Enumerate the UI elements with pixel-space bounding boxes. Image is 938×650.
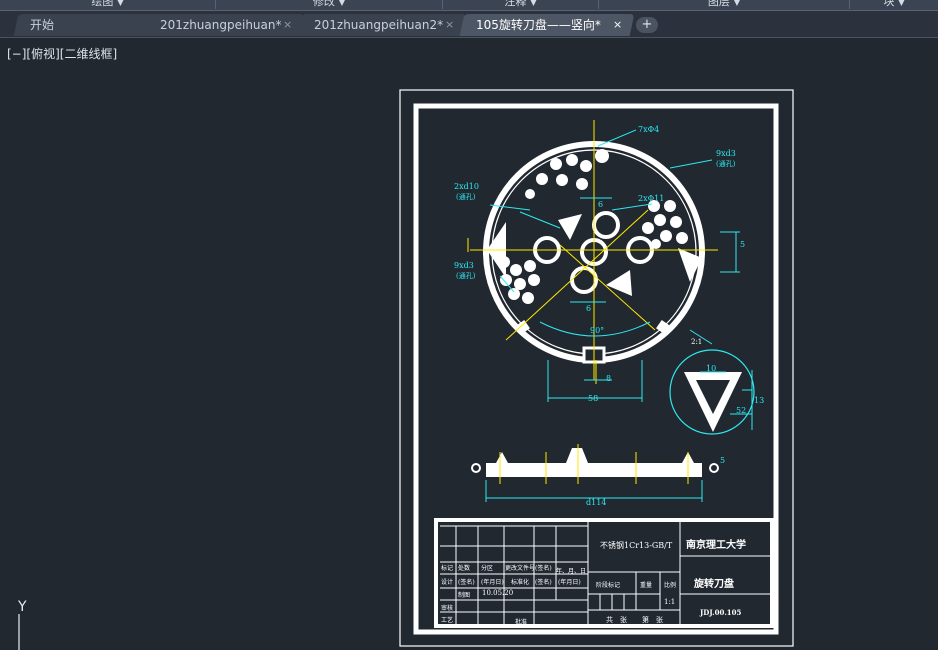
- tb-label: 设计: [441, 579, 454, 586]
- tb-label: 分区: [481, 565, 494, 572]
- tb-label: 审核: [441, 605, 454, 612]
- dim-5b: 5: [720, 456, 726, 465]
- annotation-holes-2-left-note: (通孔): [456, 193, 476, 201]
- dim-52: 52: [736, 406, 747, 415]
- tb-label: 标准化: [511, 579, 530, 586]
- dim-8: 8: [606, 374, 612, 383]
- annotation-holes-7: 7xΦ4: [638, 125, 660, 134]
- annotation-holes-9-left-note: (通孔): [456, 272, 476, 280]
- tb-label: (年月日): [558, 579, 581, 586]
- ucs-icon: Y: [18, 596, 27, 615]
- annotation-holes-2-left: 2xd10: [454, 182, 479, 191]
- tb-label: 更改文件号: [505, 565, 536, 572]
- blade-upper-mid: [558, 214, 582, 240]
- annotation-holes-9-top: 9xd3: [716, 149, 736, 158]
- dim-d114: d114: [586, 498, 607, 507]
- tb-label: 共: [606, 616, 613, 624]
- dim-13: 13: [754, 396, 765, 405]
- tb-label: 比例: [664, 582, 677, 589]
- cad-drawing: [18, 89, 794, 650]
- dim-angle: 90°: [590, 326, 605, 335]
- dim-2to1: 2:1: [691, 338, 703, 346]
- tb-label: 阶段标记: [596, 582, 621, 589]
- tb-label: 张: [620, 616, 627, 624]
- title-university: 南京理工大学: [686, 540, 746, 551]
- title-material: 不锈钢1Cr13-GB/T: [600, 541, 673, 550]
- ucs-y-label: Y: [18, 599, 27, 615]
- blade-lower-mid: [606, 270, 632, 296]
- annotation-holes-9-left: 9xd3: [454, 261, 474, 270]
- dim-6-mid: 6: [586, 304, 592, 313]
- dim-5a: 5: [740, 240, 746, 249]
- title-part-name: 旋转刀盘: [694, 579, 734, 590]
- small-holes-left: [498, 256, 540, 304]
- tb-label: 第: [642, 616, 649, 624]
- tb-label: 标记: [441, 565, 454, 572]
- dim-6-top: 6: [598, 200, 604, 209]
- tb-label: (签名): [458, 579, 475, 586]
- tb-label: (签名): [535, 565, 552, 572]
- tb-label: 张: [656, 616, 663, 624]
- tb-label: (签名): [535, 579, 552, 586]
- tb-label: 批准: [515, 619, 528, 626]
- annotation-holes-9-top-note: (通孔): [716, 160, 736, 168]
- tb-label: 制图: [458, 592, 471, 599]
- tb-label: 年、月、日: [556, 568, 587, 575]
- dim-10: 10: [706, 364, 717, 373]
- title-drawing-number: JDJ.00.105: [700, 608, 742, 617]
- tb-label: (年月日): [481, 579, 504, 586]
- title-scale: 1:1: [664, 598, 676, 606]
- side-section: [471, 448, 719, 477]
- dim-58: 58: [588, 394, 599, 403]
- title-date: 10.05.20: [482, 589, 514, 597]
- tb-label: 重量: [640, 582, 653, 589]
- annotation-holes-2-right: 2xΦ11: [638, 194, 665, 203]
- tb-label: 工艺: [441, 617, 454, 624]
- tb-label: 处数: [458, 565, 471, 572]
